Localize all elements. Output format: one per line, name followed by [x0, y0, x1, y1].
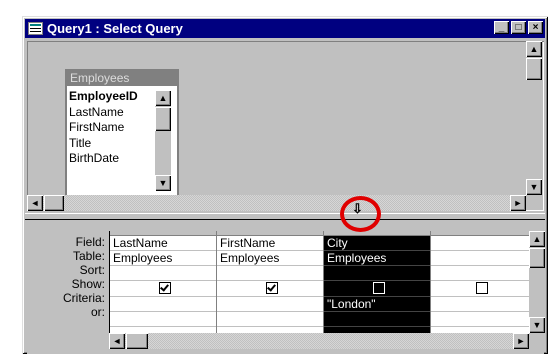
field-item[interactable]: FirstName — [69, 120, 138, 136]
grid-row-labels: Field: Table: Sort: Show: Criteria: or: — [27, 235, 105, 319]
scroll-down-icon[interactable]: ▼ — [526, 179, 542, 195]
sort-cell[interactable] — [324, 266, 430, 281]
sort-cell[interactable] — [217, 266, 323, 281]
scroll-left-icon[interactable]: ◄ — [27, 195, 43, 211]
grid-vertical-scrollbar[interactable]: ▲ ▼ — [529, 231, 545, 333]
field-cell[interactable] — [431, 236, 530, 251]
criteria-cell[interactable]: "London" — [324, 297, 430, 312]
show-cell — [431, 282, 530, 297]
table-cell[interactable]: Employees — [110, 251, 216, 266]
table-cell[interactable]: Employees — [324, 251, 430, 266]
scroll-right-icon[interactable]: ► — [513, 333, 529, 349]
grid-column-lastname[interactable]: LastName Employees — [110, 231, 217, 333]
show-cell — [110, 282, 216, 297]
grid-column-empty[interactable] — [431, 231, 530, 333]
grid-column-firstname[interactable]: FirstName Employees — [217, 231, 324, 333]
field-list: EmployeeID LastName FirstName Title Birt… — [69, 89, 138, 167]
table-cell[interactable]: Employees — [217, 251, 323, 266]
scroll-thumb[interactable] — [529, 248, 545, 268]
scroll-right-icon[interactable]: ► — [510, 195, 526, 211]
field-item[interactable]: EmployeeID — [69, 89, 138, 105]
show-cell — [324, 282, 430, 297]
pane-splitter[interactable] — [25, 213, 545, 220]
criteria-cell[interactable] — [217, 297, 323, 312]
or-cell[interactable] — [324, 312, 430, 327]
or-cell[interactable] — [110, 312, 216, 327]
table-name[interactable]: Employees — [67, 71, 177, 86]
or-cell[interactable] — [217, 312, 323, 327]
scroll-thumb[interactable] — [44, 195, 64, 211]
query-window: Query1 : Select Query _ □ × Employees Em… — [22, 16, 548, 354]
title-bar[interactable]: Query1 : Select Query _ □ × — [25, 19, 545, 38]
down-arrow-icon: ⇩ — [352, 201, 363, 216]
scroll-thumb[interactable] — [526, 58, 542, 80]
criteria-cell[interactable] — [431, 297, 530, 312]
scroll-up-icon[interactable]: ▲ — [529, 231, 545, 247]
row-label-or: or: — [90, 305, 105, 319]
window-controls: _ □ × — [494, 21, 543, 34]
sort-cell[interactable] — [110, 266, 216, 281]
show-checkbox[interactable] — [158, 282, 171, 294]
field-cell[interactable]: FirstName — [217, 236, 323, 251]
or-cell[interactable] — [431, 312, 530, 327]
row-label-sort: Sort: — [79, 263, 105, 277]
field-item[interactable]: Title — [69, 136, 138, 152]
minimize-button[interactable]: _ — [494, 21, 509, 34]
design-grid: LastName Employees FirstName Employees C… — [109, 231, 530, 333]
maximize-button[interactable]: □ — [511, 21, 526, 34]
grid-column-city[interactable]: City Employees "London" — [324, 231, 431, 333]
grid-horizontal-scrollbar[interactable]: ◄ ► — [109, 333, 529, 349]
table-field-list[interactable]: Employees EmployeeID LastName FirstName … — [65, 69, 179, 198]
row-label-show: Show: — [71, 277, 105, 291]
upper-vertical-scrollbar[interactable]: ▲ ▼ — [526, 41, 542, 195]
show-checkbox[interactable] — [372, 282, 385, 294]
field-cell[interactable]: City — [324, 236, 430, 251]
query-icon[interactable] — [28, 22, 43, 35]
query-grid-pane: Field: Table: Sort: Show: Criteria: or: … — [27, 221, 545, 354]
table-design-pane[interactable]: Employees EmployeeID LastName FirstName … — [27, 41, 544, 211]
scroll-thumb[interactable] — [126, 333, 148, 349]
table-cell[interactable] — [431, 251, 530, 266]
scroll-down-icon[interactable]: ▼ — [155, 175, 171, 191]
scroll-left-icon[interactable]: ◄ — [109, 333, 125, 349]
field-cell[interactable]: LastName — [110, 236, 216, 251]
window-title: Query1 : Select Query — [47, 21, 183, 36]
show-cell — [217, 282, 323, 297]
scroll-thumb[interactable] — [155, 107, 171, 131]
row-label-criteria: Criteria: — [62, 291, 105, 305]
row-label-field: Field: — [75, 235, 105, 249]
scroll-up-icon[interactable]: ▲ — [526, 41, 542, 57]
show-checkbox[interactable] — [265, 282, 278, 294]
scroll-down-icon[interactable]: ▼ — [529, 317, 545, 333]
criteria-cell[interactable] — [110, 297, 216, 312]
close-button[interactable]: × — [528, 21, 543, 34]
field-item[interactable]: LastName — [69, 105, 138, 121]
scroll-up-icon[interactable]: ▲ — [155, 90, 171, 106]
row-label-table: Table: — [72, 249, 105, 263]
upper-horizontal-scrollbar[interactable]: ◄ ► — [27, 195, 526, 211]
show-checkbox[interactable] — [476, 282, 488, 294]
field-list-scrollbar[interactable]: ▲ ▼ — [155, 90, 171, 191]
field-item[interactable]: BirthDate — [69, 151, 138, 167]
sort-cell[interactable] — [431, 266, 530, 281]
